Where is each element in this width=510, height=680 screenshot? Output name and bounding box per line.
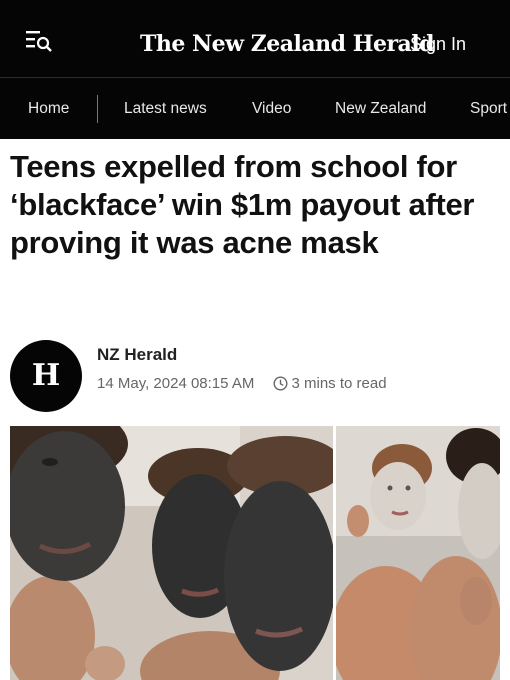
menu-search-icon[interactable]: [24, 28, 54, 52]
article-photo-right[interactable]: [336, 426, 500, 680]
nav-item-home[interactable]: Home: [28, 100, 69, 118]
nav-divider: [97, 95, 98, 123]
clock-icon: [272, 376, 288, 395]
publish-date: 14 May, 2024 08:15 AM: [97, 375, 255, 392]
author-name[interactable]: NZ Herald: [97, 345, 177, 365]
read-time: 3 mins to read: [291, 375, 387, 392]
section-nav: Home Latest news Video New Zealand Sport: [0, 77, 510, 139]
author-avatar[interactable]: H: [10, 340, 82, 412]
masthead-logo[interactable]: The New Zealand Herald: [140, 24, 435, 64]
article-headline: Teens expelled from school for ‘blackfac…: [10, 149, 475, 260]
nav-item-sport[interactable]: Sport: [470, 100, 507, 118]
nav-item-new-zealand[interactable]: New Zealand: [335, 100, 426, 118]
nav-item-latest-news[interactable]: Latest news: [124, 100, 207, 118]
article-photo-left[interactable]: [10, 426, 333, 680]
top-header: The New Zealand Herald Sign In: [0, 0, 510, 77]
nav-item-video[interactable]: Video: [252, 100, 291, 118]
article-meta: 14 May, 2024 08:15 AM 3 mins to read: [97, 375, 387, 395]
sign-in-link[interactable]: Sign In: [410, 34, 466, 55]
